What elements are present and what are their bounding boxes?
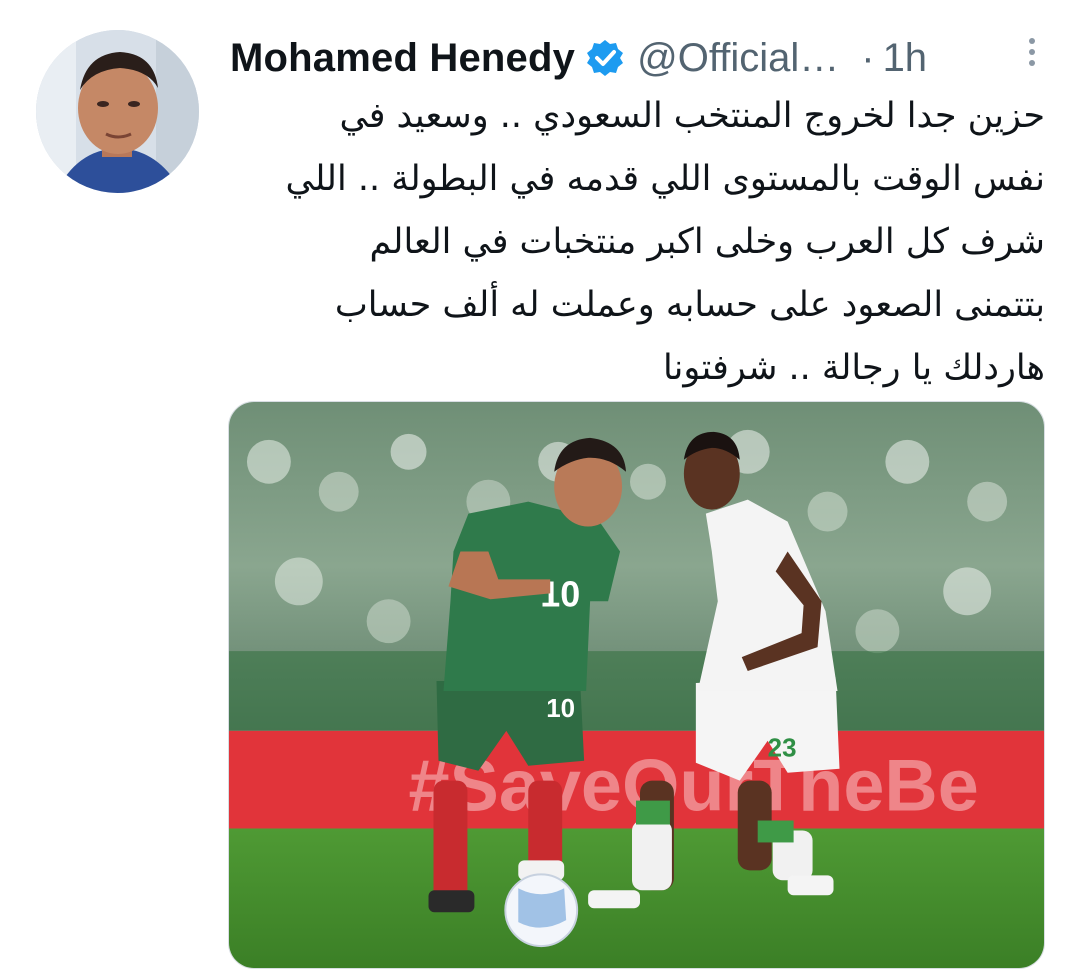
tweet-line: هاردلك يا رجالة .. شرفتونا [663, 348, 1045, 388]
separator-dot: · [861, 35, 875, 80]
tweet-line: شرف كل العرب وخلى اكبر منتخبات في العالم [369, 222, 1046, 262]
tweet-line: نفس الوقت بالمستوى اللي قدمه في البطولة … [285, 159, 1045, 199]
tweet-line: حزين جدا لخروج المنتخب السعودي .. وسعيد … [339, 96, 1045, 136]
handle[interactable]: @Official… [637, 36, 839, 81]
avatar-photo [36, 30, 199, 193]
verified-check-icon [585, 38, 625, 78]
timestamp[interactable]: 1h [883, 36, 928, 81]
tweet-text: حزين جدا لخروج المنتخب السعودي .. وسعيد … [230, 85, 1045, 400]
football-match-photo: #SaveOurTheBe 10 10 23 [229, 402, 1044, 968]
avatar[interactable] [36, 30, 199, 193]
more-vertical-icon[interactable] [1012, 32, 1052, 72]
shorts-number: 23 [768, 735, 797, 763]
shorts-number: 10 [546, 695, 575, 723]
football-ball [504, 873, 579, 948]
board-text: #SaveOurTheBe [409, 744, 979, 827]
tweet-header: Mohamed Henedy @Official… · 1h [230, 28, 1060, 88]
display-name[interactable]: Mohamed Henedy [230, 36, 575, 81]
tweet-card[interactable]: Mohamed Henedy @Official… · 1h حزين جدا … [0, 0, 1080, 975]
tweet-line: بتتمنى الصعود على حسابه وعملت له ألف حسا… [334, 285, 1045, 325]
tweet-photo[interactable]: #SaveOurTheBe 10 10 23 [228, 401, 1045, 969]
